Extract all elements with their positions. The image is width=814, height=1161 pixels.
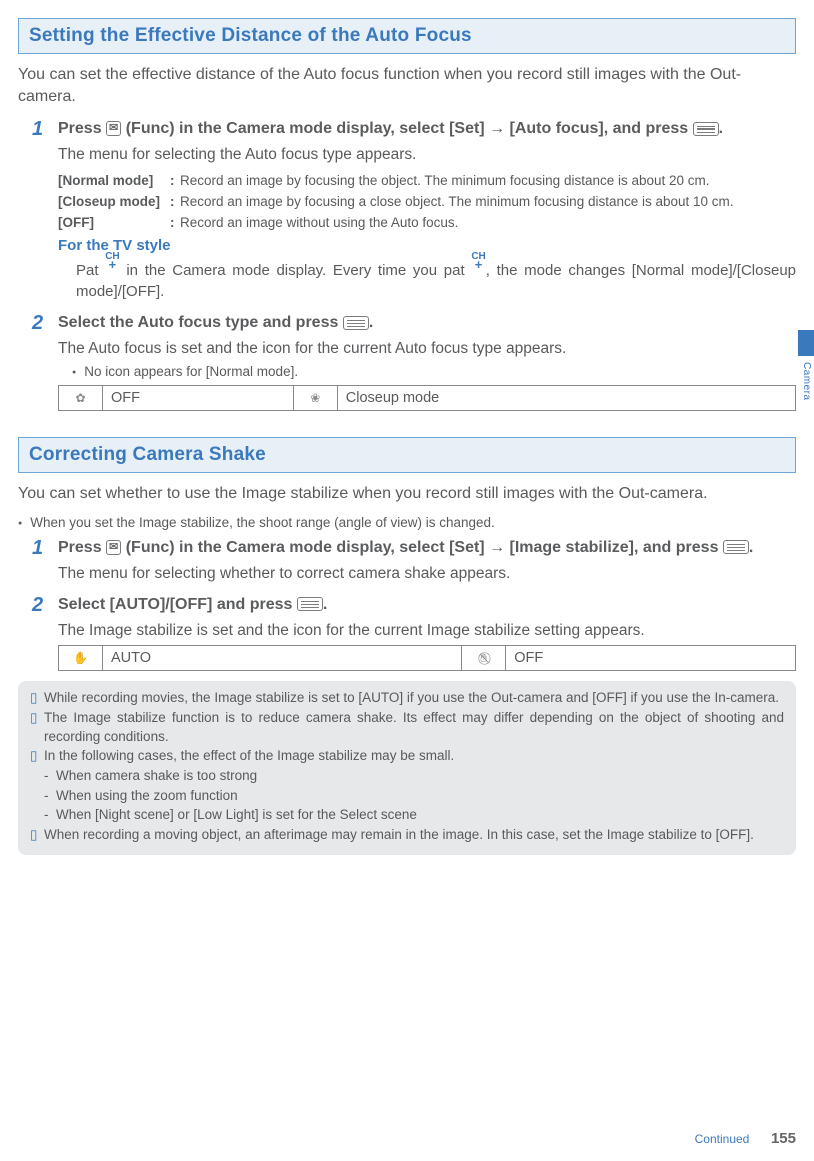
menu-button-icon [723, 540, 749, 554]
off-icon: ✋⃠ [462, 646, 506, 671]
step-number: 1 [32, 536, 58, 585]
note: The Image stabilize function is to reduc… [44, 709, 784, 746]
side-tab [798, 330, 814, 356]
cell-closeup: Closeup mode [337, 386, 795, 411]
step-2-autofocus: 2 Select the Auto focus type and press .… [32, 311, 796, 411]
menu-button-icon [297, 597, 323, 611]
mode-desc-closeup: Record an image by focusing a close obje… [180, 193, 796, 212]
step-1-shake: 1 Press (Func) in the Camera mode displa… [32, 536, 796, 585]
step-number: 2 [32, 593, 58, 672]
mode-label-closeup: [Closeup mode] [58, 193, 170, 212]
mode-label-normal: [Normal mode] [58, 172, 170, 191]
menu-button-icon [343, 316, 369, 330]
text: Pat [76, 262, 105, 279]
note-mark-icon: ▯ [30, 689, 44, 708]
note-mark-icon: ▯ [30, 826, 44, 845]
note: When recording a moving object, an after… [44, 826, 784, 845]
note: In the following cases, the effect of th… [44, 747, 784, 766]
mode-desc-off: Record an image without using the Auto f… [180, 214, 796, 233]
menu-button-icon [693, 122, 719, 136]
text: Press [58, 120, 106, 137]
ch-plus-icon: CH+ [471, 254, 485, 269]
text: Press [58, 539, 106, 556]
note-mark-icon: ▯ [30, 747, 44, 766]
text: . [719, 120, 723, 137]
text: . [369, 314, 373, 331]
mode-desc-normal: Record an image by focusing the object. … [180, 172, 796, 191]
func-icon [106, 540, 121, 555]
continued-label: Continued [695, 1132, 750, 1146]
mode-label-off: [OFF] [58, 214, 170, 233]
page-number: 155 [771, 1130, 796, 1147]
text: Select [AUTO]/[OFF] and press [58, 596, 297, 613]
auto-icon: ✋ [59, 646, 103, 671]
mode-list: [Normal mode] : Record an image by focus… [58, 172, 796, 233]
side-label: Camera [801, 362, 812, 401]
func-icon [106, 121, 121, 136]
section-title-autofocus: Setting the Effective Distance of the Au… [18, 18, 796, 54]
text: . [749, 539, 753, 556]
step-1-autofocus: 1 Press (Func) in the Camera mode displa… [32, 117, 796, 303]
sub-note: When using the zoom function [56, 787, 784, 806]
text: (Func) in the Camera mode display, selec… [126, 539, 723, 556]
sub-note: When camera shake is too strong [56, 767, 784, 786]
page-footer: Continued 155 [695, 1130, 796, 1147]
step-sub: The menu for selecting whether to correc… [58, 563, 796, 585]
text: . [323, 596, 327, 613]
step-sub: The Auto focus is set and the icon for t… [58, 338, 796, 360]
sub-note: When [Night scene] or [Low Light] is set… [56, 806, 784, 825]
intro-autofocus: You can set the effective distance of th… [18, 64, 796, 107]
closeup-icon: ❀ [293, 386, 337, 411]
cell-off: OFF [103, 386, 294, 411]
cell-off: OFF [506, 646, 796, 671]
autofocus-icon-table: ✿ OFF ❀ Closeup mode [58, 385, 796, 411]
tv-style-heading: For the TV style [58, 237, 796, 254]
off-icon: ✿ [59, 386, 103, 411]
step-number: 1 [32, 117, 58, 303]
section-title-shake: Correcting Camera Shake [18, 437, 796, 473]
step-2-shake: 2 Select [AUTO]/[OFF] and press . The Im… [32, 593, 796, 672]
text: in the Camera mode display. Every time y… [126, 262, 471, 279]
notes-box: ▯While recording movies, the Image stabi… [18, 681, 796, 855]
step-sub: The menu for selecting the Auto focus ty… [58, 144, 796, 166]
note: While recording movies, the Image stabil… [44, 689, 784, 708]
intro-shake: You can set whether to use the Image sta… [18, 483, 796, 505]
bullet: No icon appears for [Normal mode]. [72, 364, 796, 379]
text: (Func) in the Camera mode display, selec… [126, 120, 693, 137]
stabilize-icon-table: ✋ AUTO ✋⃠ OFF [58, 645, 796, 671]
note-mark-icon: ▯ [30, 709, 44, 746]
bullet-top: When you set the Image stabilize, the sh… [18, 515, 796, 530]
step-number: 2 [32, 311, 58, 411]
step-sub: The Image stabilize is set and the icon … [58, 620, 796, 642]
ch-plus-icon: CH+ [105, 254, 119, 269]
cell-auto: AUTO [103, 646, 462, 671]
text: Select the Auto focus type and press [58, 314, 343, 331]
